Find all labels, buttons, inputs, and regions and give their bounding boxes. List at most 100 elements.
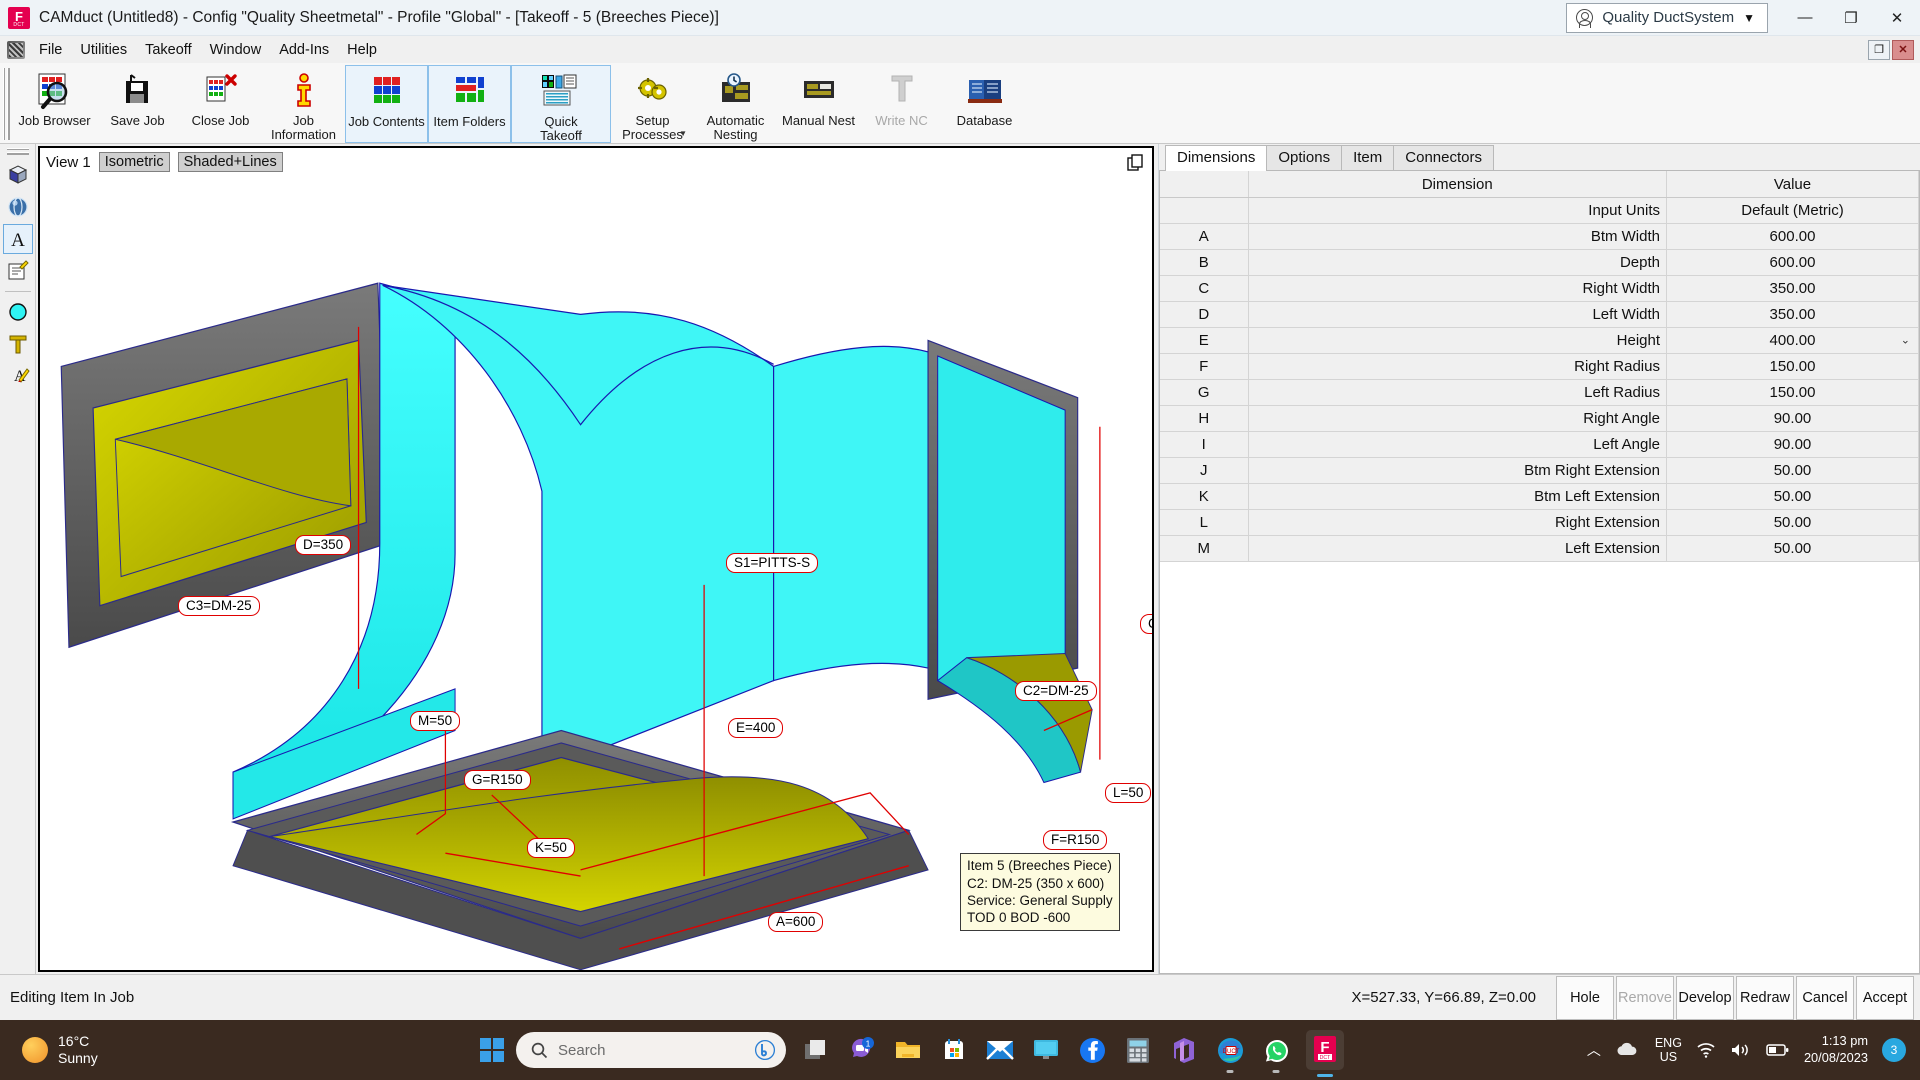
menu-item-window[interactable]: Window (201, 39, 271, 61)
render-sphere-icon[interactable] (3, 192, 33, 222)
table-row[interactable]: Input Units Default (Metric) (1160, 197, 1919, 224)
table-row[interactable]: B Depth 600.00 (1160, 249, 1919, 276)
tab-options[interactable]: Options (1266, 145, 1343, 171)
battery-icon[interactable] (1766, 1042, 1790, 1058)
callout-c2[interactable]: C2=DM-25 (1015, 681, 1097, 702)
tab-item[interactable]: Item (1341, 145, 1395, 171)
table-row[interactable]: M Left Extension 50.00 (1160, 535, 1919, 562)
taskbar-search[interactable]: Search (516, 1032, 786, 1068)
develop-button[interactable]: Develop (1676, 975, 1734, 1020)
row-value[interactable]: 600.00 (1666, 223, 1919, 250)
hole-button[interactable]: Hole (1556, 975, 1614, 1020)
height-value-input[interactable]: 400.00 ⌄ (1666, 326, 1919, 354)
minimize-button[interactable]: — (1782, 0, 1828, 36)
volume-icon[interactable] (1730, 1041, 1752, 1059)
chevron-down-icon[interactable]: ⌄ (1901, 334, 1910, 347)
row-value[interactable]: Default (Metric) (1666, 197, 1919, 224)
vertical-toolbar-grip[interactable] (6, 148, 29, 156)
viewport-copy-icon[interactable] (1127, 154, 1144, 175)
account-button[interactable]: Quality DuctSystem ▼ (1566, 2, 1768, 33)
ribbon-button-database[interactable]: Database (943, 65, 1026, 143)
annotate-pen-icon[interactable]: A (3, 361, 33, 391)
table-row[interactable]: E Height 400.00 ⌄ (1160, 326, 1919, 354)
mdi-restore-button[interactable]: ❐ (1868, 39, 1890, 60)
callout-g[interactable]: G=R150 (464, 770, 531, 791)
weather-widget[interactable]: 16°C Sunny (0, 1033, 98, 1068)
viewport-shading-chip[interactable]: Shaded+Lines (177, 152, 283, 173)
ribbon-button-quick-takeoff[interactable]: Quick Takeoff (511, 65, 611, 144)
ribbon-button-job-information[interactable]: Job Information (262, 65, 345, 143)
wifi-icon[interactable] (1696, 1041, 1716, 1059)
callout-f[interactable]: F=R150 (1043, 830, 1108, 851)
row-value[interactable]: 150.00 (1666, 353, 1919, 380)
callout-s1[interactable]: S1=PITTS-S (726, 553, 819, 574)
row-value[interactable]: 350.00 (1666, 275, 1919, 302)
ribbon-button-job-browser[interactable]: Job Browser (13, 65, 96, 143)
table-row[interactable]: I Left Angle 90.00 (1160, 431, 1919, 458)
table-row[interactable]: D Left Width 350.00 (1160, 301, 1919, 328)
chat-teams-icon[interactable]: 1 (846, 1034, 878, 1066)
menu-item-add-ins[interactable]: Add-Ins (270, 39, 338, 61)
row-value[interactable]: 90.00 (1666, 405, 1919, 432)
properties-icon[interactable] (3, 256, 33, 286)
onedrive-icon[interactable] (1615, 1041, 1641, 1059)
callout-a[interactable]: A=600 (768, 912, 824, 933)
row-value[interactable]: 50.00 (1666, 535, 1919, 562)
table-row[interactable]: F Right Radius 150.00 (1160, 353, 1919, 380)
bing-copilot-icon[interactable] (754, 1039, 776, 1061)
ribbon-button-automatic-nesting[interactable]: Automatic Nesting (694, 65, 777, 143)
edge-icon[interactable]: DUCT (1214, 1034, 1246, 1073)
ribbon-button-setup-processes[interactable]: Setup Processes ▼ (611, 65, 694, 143)
facebook-icon[interactable] (1076, 1034, 1108, 1066)
ribbon-button-close-job[interactable]: Close Job (179, 65, 262, 143)
table-row[interactable]: H Right Angle 90.00 (1160, 405, 1919, 432)
row-value[interactable]: 50.00 (1666, 509, 1919, 536)
task-view-icon[interactable] (800, 1034, 832, 1066)
menu-item-file[interactable]: File (30, 39, 71, 61)
whatsapp-icon[interactable] (1260, 1034, 1292, 1073)
table-row[interactable]: C Right Width 350.00 (1160, 275, 1919, 302)
start-button-icon[interactable] (480, 1038, 504, 1062)
taskbar-clock[interactable]: 1:13 pm 20/08/2023 (1804, 1033, 1868, 1066)
table-row[interactable]: G Left Radius 150.00 (1160, 379, 1919, 406)
callout-d[interactable]: D=350 (295, 535, 352, 556)
accept-button[interactable]: Accept (1856, 975, 1914, 1020)
table-row[interactable]: K Btm Left Extension 50.00 (1160, 483, 1919, 510)
callout-l[interactable]: L=50 (1105, 783, 1152, 804)
ribbon-button-save-job[interactable]: Save Job (96, 65, 179, 143)
ribbon-button-write-nc[interactable]: Write NC (860, 65, 943, 143)
language-indicator[interactable]: ENG US (1655, 1036, 1682, 1065)
camduct-icon[interactable]: F DCT (1306, 1030, 1344, 1077)
callout-c[interactable]: C=350 (1140, 614, 1152, 635)
table-row[interactable]: A Btm Width 600.00 (1160, 223, 1919, 250)
shape-circle-icon[interactable] (3, 297, 33, 327)
viewport-projection-chip[interactable]: Isometric (98, 152, 170, 173)
menu-item-utilities[interactable]: Utilities (71, 39, 136, 61)
table-row[interactable]: J Btm Right Extension 50.00 (1160, 457, 1919, 484)
show-hidden-icons-chevron[interactable]: ︿ (1587, 1040, 1601, 1060)
menu-item-takeoff[interactable]: Takeoff (136, 39, 201, 61)
table-row[interactable]: L Right Extension 50.00 (1160, 509, 1919, 536)
row-value[interactable]: 150.00 (1666, 379, 1919, 406)
ribbon-button-job-contents[interactable]: Job Contents (345, 65, 428, 144)
calculator-icon[interactable] (1122, 1034, 1154, 1066)
row-value[interactable]: 50.00 (1666, 483, 1919, 510)
remote-desktop-icon[interactable] (1030, 1034, 1062, 1066)
mail-icon[interactable] (984, 1034, 1016, 1066)
ribbon-button-item-folders[interactable]: Item Folders (428, 65, 511, 144)
chevron-down-icon[interactable]: ▼ (679, 129, 687, 138)
remove-button[interactable]: Remove (1616, 975, 1674, 1020)
redraw-button[interactable]: Redraw (1736, 975, 1794, 1020)
microsoft-store-icon[interactable] (938, 1034, 970, 1066)
ribbon-grip[interactable] (3, 68, 10, 141)
callout-e[interactable]: E=400 (728, 718, 784, 739)
close-button[interactable]: ✕ (1874, 0, 1920, 36)
microsoft-365-icon[interactable] (1168, 1034, 1200, 1066)
cancel-button[interactable]: Cancel (1796, 975, 1854, 1020)
row-value[interactable]: 350.00 (1666, 301, 1919, 328)
callout-m[interactable]: M=50 (410, 711, 461, 732)
app-menu-icon[interactable] (7, 40, 25, 59)
row-value[interactable]: 50.00 (1666, 457, 1919, 484)
callout-c3[interactable]: C3=DM-25 (178, 596, 260, 617)
mdi-close-button[interactable]: ✕ (1892, 39, 1914, 60)
